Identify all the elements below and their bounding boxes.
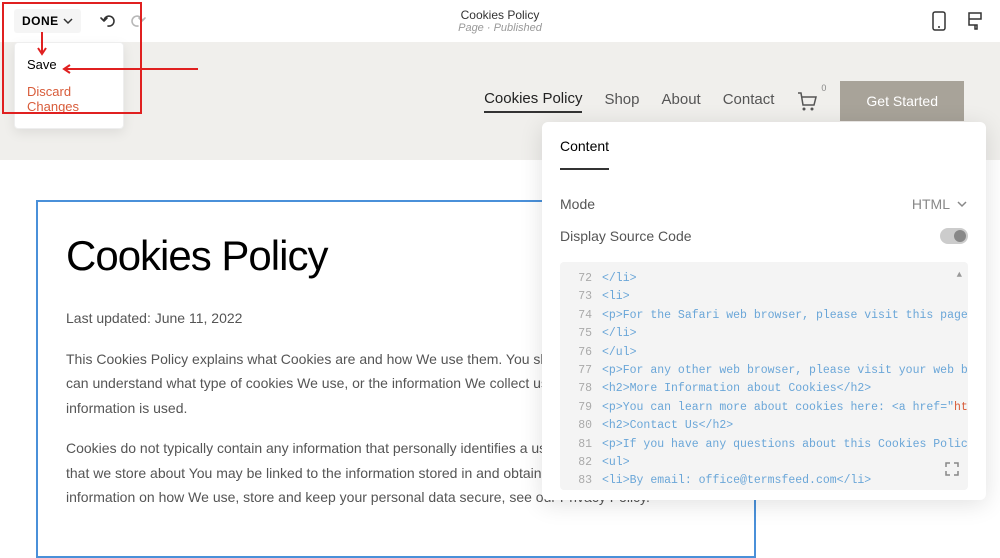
content-panel: Content Mode HTML Display Source Code ▲ … <box>542 122 986 500</box>
undo-redo-group <box>95 8 151 34</box>
mobile-preview-button[interactable] <box>928 10 950 32</box>
nav-shop[interactable]: Shop <box>604 91 639 112</box>
page-title-block: Cookies Policy Page · Published <box>458 8 542 34</box>
mode-label: Mode <box>560 196 595 212</box>
undo-icon <box>99 12 117 30</box>
get-started-button[interactable]: Get Started <box>840 81 964 121</box>
nav-contact[interactable]: Contact <box>723 91 775 112</box>
nav-about[interactable]: About <box>662 91 701 112</box>
code-line[interactable]: 79<p>You can learn more about cookies he… <box>568 399 968 417</box>
cart-icon <box>796 91 818 111</box>
source-label: Display Source Code <box>560 228 692 244</box>
redo-button <box>125 8 151 34</box>
expand-button[interactable] <box>944 461 960 484</box>
site-nav: Cookies Policy Shop About Contact 0 Get … <box>484 81 964 121</box>
design-button[interactable] <box>964 10 986 32</box>
cart-button[interactable]: 0 <box>796 91 818 111</box>
save-button[interactable]: Save <box>15 51 123 78</box>
code-line[interactable]: 74<p>For the Safari web browser, please … <box>568 307 968 325</box>
paint-icon <box>965 11 985 31</box>
tab-content[interactable]: Content <box>560 138 609 170</box>
chevron-down-icon <box>63 16 73 26</box>
scroll-up-icon[interactable]: ▲ <box>957 268 962 282</box>
code-line[interactable]: 76</ul> <box>568 344 968 362</box>
page-subtitle: Page · Published <box>458 22 542 34</box>
source-toggle[interactable] <box>940 228 968 244</box>
code-line[interactable]: 82<ul> <box>568 454 968 472</box>
undo-button[interactable] <box>95 8 121 34</box>
source-row: Display Source Code <box>560 220 968 252</box>
topbar-actions <box>928 10 986 32</box>
code-editor[interactable]: ▲ 72</li>73<li>74<p>For the Safari web b… <box>560 262 968 490</box>
code-line[interactable]: 83<li>By email: office@termsfeed.com</li… <box>568 472 968 490</box>
cart-badge: 0 <box>821 83 826 93</box>
code-line[interactable]: 78<h2>More Information about Cookies</h2… <box>568 380 968 398</box>
redo-icon <box>129 12 147 30</box>
mode-select[interactable]: HTML <box>912 196 968 212</box>
mobile-icon <box>931 11 947 31</box>
chevron-down-icon <box>956 198 968 210</box>
discard-changes-button[interactable]: Discard Changes <box>15 78 123 120</box>
editor-topbar: DONE Cookies Policy Page · Published <box>0 0 1000 42</box>
mode-row: Mode HTML <box>560 188 968 220</box>
expand-icon <box>944 461 960 477</box>
page-title: Cookies Policy <box>458 8 542 22</box>
code-line[interactable]: 80<h2>Contact Us</h2> <box>568 417 968 435</box>
done-dropdown: Save Discard Changes <box>14 42 124 129</box>
code-line[interactable]: 72</li> <box>568 270 968 288</box>
code-line[interactable]: 81<p>If you have any questions about thi… <box>568 436 968 454</box>
code-line[interactable]: 73<li> <box>568 288 968 306</box>
nav-cookies-policy[interactable]: Cookies Policy <box>484 90 582 113</box>
code-line[interactable]: 77<p>For any other web browser, please v… <box>568 362 968 380</box>
done-button[interactable]: DONE <box>14 9 81 33</box>
code-line[interactable]: 75</li> <box>568 325 968 343</box>
